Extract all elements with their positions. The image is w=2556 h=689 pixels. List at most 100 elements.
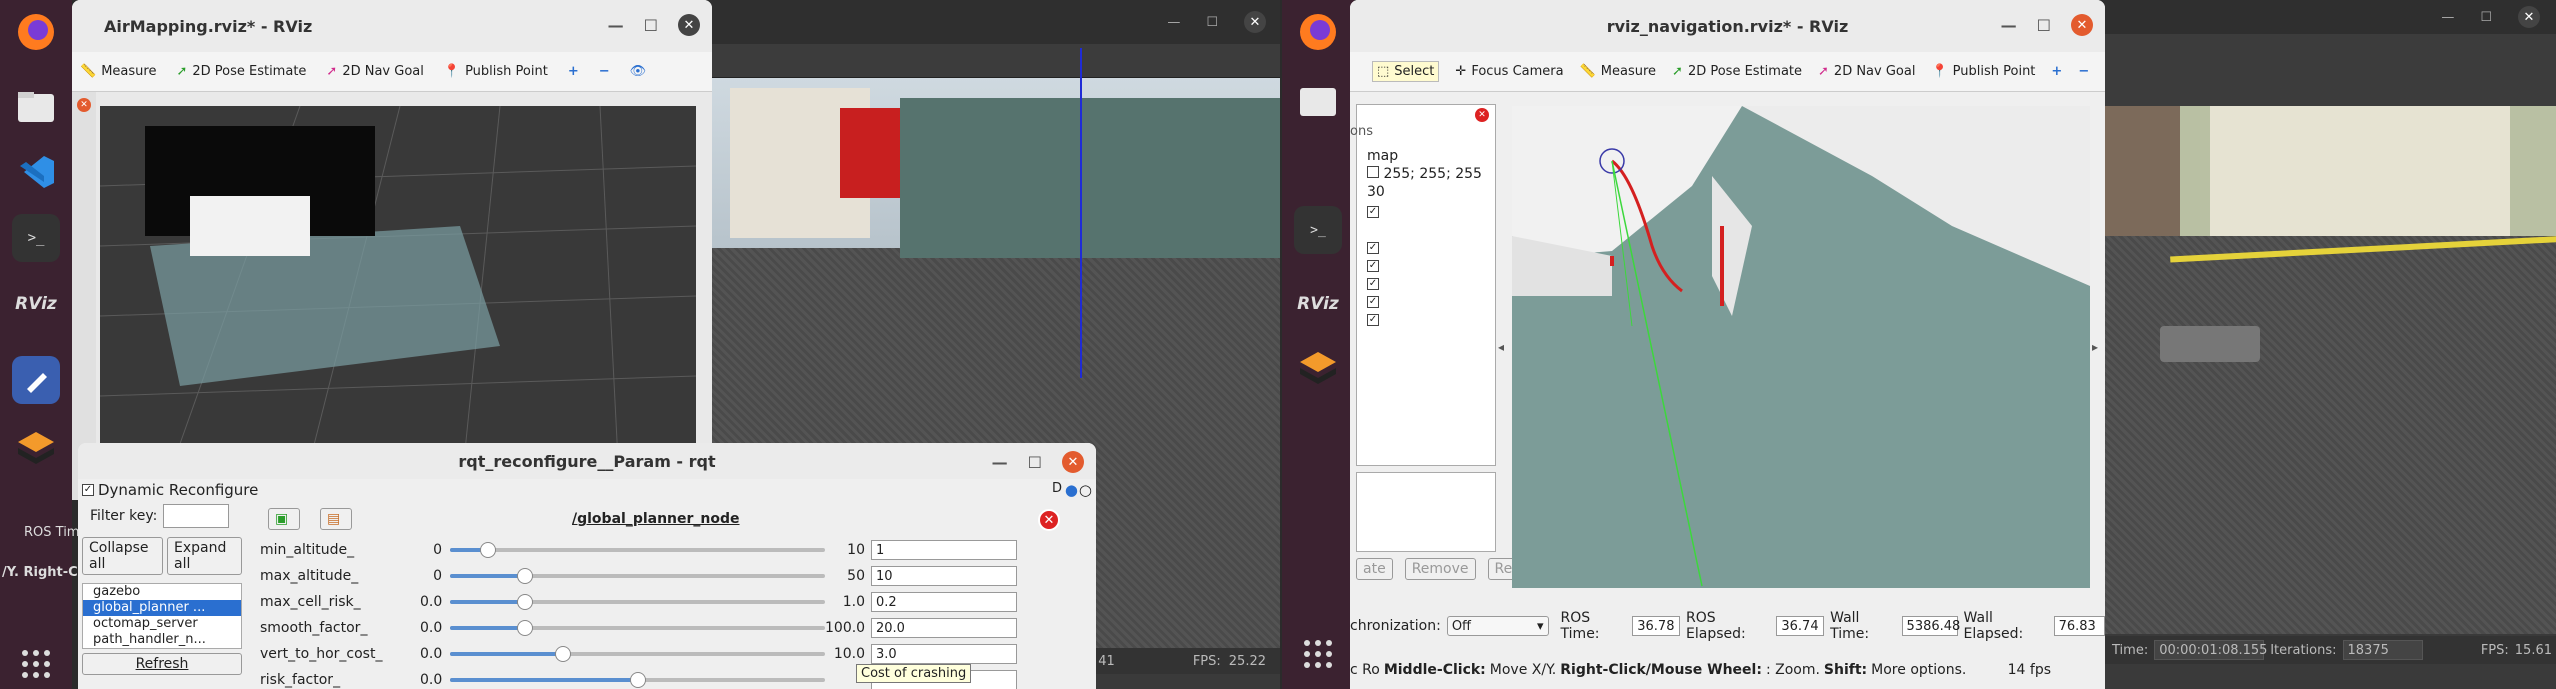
- param-value-field[interactable]: 1: [871, 540, 1017, 560]
- select-tool[interactable]: ⬚ Select: [1372, 61, 1440, 82]
- remove-tool-icon[interactable]: −: [599, 64, 610, 79]
- add-tool-icon[interactable]: +: [2051, 64, 2062, 79]
- maximize-icon[interactable]: ☐: [2037, 16, 2051, 35]
- minimize-icon[interactable]: —: [2441, 10, 2454, 25]
- map-view[interactable]: [1512, 106, 2090, 588]
- publish-point-tool[interactable]: 📍 Publish Point: [444, 64, 548, 79]
- close-icon[interactable]: ✕: [678, 14, 700, 36]
- slider-knob[interactable]: [517, 594, 533, 610]
- background-color-value: 255; 255; 255: [1383, 166, 1482, 182]
- tree-item-gazebo[interactable]: gazebo: [93, 584, 241, 600]
- param-value-field[interactable]: 20.0: [871, 618, 1017, 638]
- tree-item-global-planner[interactable]: global_planner ...: [83, 600, 241, 616]
- expand-all-button[interactable]: Expand all: [166, 537, 242, 575]
- files-icon[interactable]: [12, 82, 60, 130]
- maximize-icon[interactable]: ☐: [1028, 453, 1042, 472]
- display-checkbox[interactable]: ✓: [1367, 260, 1379, 272]
- slider-knob[interactable]: [629, 672, 646, 688]
- param-slider[interactable]: [450, 542, 825, 558]
- slider-knob[interactable]: [517, 568, 533, 584]
- files-icon[interactable]: [1294, 76, 1342, 124]
- rviz-3d-view[interactable]: [99, 105, 697, 500]
- d-badge[interactable]: D: [1052, 481, 1062, 496]
- minimize-icon[interactable]: —: [608, 16, 624, 35]
- measure-tool[interactable]: 📏 Measure: [80, 64, 156, 79]
- nav-goal-tool[interactable]: ➚ 2D Nav Goal: [1818, 64, 1915, 79]
- rviz-icon[interactable]: RViz: [1294, 280, 1342, 328]
- node-tree-panel: Filter key: Collapse all Expand all gaze…: [82, 501, 242, 689]
- minimize-icon[interactable]: —: [1167, 15, 1180, 30]
- param-slider[interactable]: [450, 672, 825, 688]
- collapse-all-button[interactable]: Collapse all: [82, 537, 163, 575]
- minimize-icon[interactable]: —: [2001, 16, 2017, 35]
- ros-icon[interactable]: [12, 424, 60, 472]
- param-slider[interactable]: [450, 568, 825, 584]
- plugin-checkbox[interactable]: ✓: [82, 484, 94, 496]
- slider-knob[interactable]: [554, 646, 571, 662]
- close-icon[interactable]: ✕: [2518, 6, 2540, 28]
- focus-camera-tool[interactable]: ✛ Focus Camera: [1455, 64, 1563, 79]
- show-apps-icon[interactable]: [12, 640, 60, 688]
- eye-icon[interactable]: 👁: [630, 64, 647, 79]
- help-icon[interactable]: ●: [1065, 481, 1078, 499]
- save-icon[interactable]: ▣: [268, 508, 300, 530]
- param-name: smooth_factor_: [260, 620, 368, 636]
- wall-time-value[interactable]: 5386.48: [1901, 616, 1960, 636]
- firefox-icon[interactable]: [12, 8, 60, 56]
- close-panel-icon[interactable]: ✕: [77, 98, 91, 112]
- display-checkbox[interactable]: ✓: [1367, 278, 1379, 290]
- ros-elapsed-value[interactable]: 36.74: [1776, 616, 1825, 636]
- remove-button[interactable]: Remove: [1404, 558, 1476, 580]
- color-swatch[interactable]: [1367, 166, 1379, 178]
- display-checkbox[interactable]: ✓: [1367, 314, 1379, 326]
- open-folder-icon[interactable]: ▤: [320, 508, 352, 530]
- maximize-icon[interactable]: ☐: [644, 16, 658, 35]
- param-slider[interactable]: [450, 594, 825, 610]
- rviz-icon[interactable]: RViz: [12, 280, 60, 328]
- text-editor-icon[interactable]: [12, 356, 60, 404]
- collapse-left-icon[interactable]: ◂: [1498, 340, 1504, 354]
- nav-goal-tool[interactable]: ➚ 2D Nav Goal: [326, 64, 423, 79]
- filter-input[interactable]: [163, 504, 230, 528]
- close-icon[interactable]: ✕: [1062, 451, 1084, 473]
- slider-knob[interactable]: [479, 542, 496, 558]
- param-value-field[interactable]: 3.0: [871, 644, 1017, 664]
- options-icon[interactable]: ○: [1079, 481, 1092, 499]
- side-panel-collapsed[interactable]: ✕: [72, 92, 96, 500]
- partial-button[interactable]: ate: [1356, 558, 1393, 580]
- close-node-icon[interactable]: ✕: [1038, 509, 1060, 531]
- refresh-button[interactable]: Refresh: [82, 653, 242, 675]
- param-slider[interactable]: [450, 646, 825, 662]
- param-slider[interactable]: [450, 620, 825, 636]
- display-checkbox[interactable]: ✓: [1367, 206, 1379, 218]
- measure-tool[interactable]: 📏 Measure: [1580, 64, 1656, 79]
- show-apps-icon[interactable]: [1294, 630, 1342, 678]
- sync-select[interactable]: Off ▾: [1446, 616, 1549, 636]
- slider-knob[interactable]: [517, 620, 533, 636]
- publish-point-tool[interactable]: 📍 Publish Point: [1931, 64, 2035, 79]
- tree-item-octomap[interactable]: octomap_server: [93, 616, 241, 632]
- maximize-icon[interactable]: ☐: [1206, 15, 1218, 30]
- terminal-icon[interactable]: >_: [1294, 206, 1342, 254]
- tree-item-path-handler[interactable]: path_handler_n...: [93, 632, 241, 648]
- param-value-field[interactable]: 10: [871, 566, 1017, 586]
- close-icon[interactable]: ✕: [2071, 14, 2093, 36]
- close-icon[interactable]: ✕: [1244, 11, 1266, 33]
- collapse-right-icon[interactable]: ▸: [2092, 340, 2098, 354]
- minimize-icon[interactable]: —: [992, 453, 1008, 472]
- wall-elapsed-value[interactable]: 76.83: [2053, 616, 2105, 636]
- close-panel-icon[interactable]: ✕: [1475, 108, 1489, 122]
- ros-time-value[interactable]: 36.78: [1632, 616, 1681, 636]
- ros-icon[interactable]: [1294, 344, 1342, 392]
- maximize-icon[interactable]: ☐: [2480, 10, 2492, 25]
- add-tool-icon[interactable]: +: [568, 64, 579, 79]
- vscode-icon[interactable]: [12, 148, 60, 196]
- display-checkbox[interactable]: ✓: [1367, 296, 1379, 308]
- display-checkbox[interactable]: ✓: [1367, 242, 1379, 254]
- pose-estimate-tool[interactable]: ➚ 2D Pose Estimate: [176, 64, 306, 79]
- terminal-icon[interactable]: >_: [12, 214, 60, 262]
- param-value-field[interactable]: 0.2: [871, 592, 1017, 612]
- firefox-icon[interactable]: [1294, 8, 1342, 56]
- remove-tool-icon[interactable]: −: [2078, 64, 2089, 79]
- pose-estimate-tool[interactable]: ➚ 2D Pose Estimate: [1672, 64, 1802, 79]
